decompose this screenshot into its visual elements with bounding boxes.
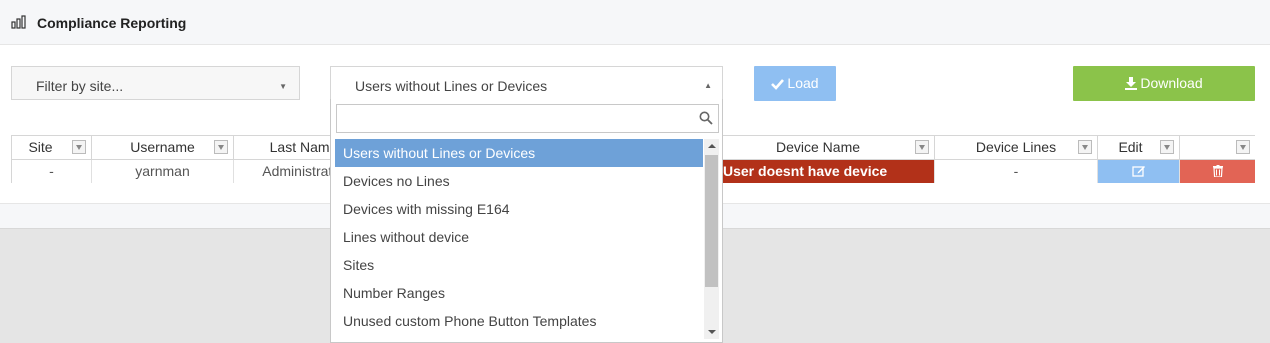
caret-up-icon: ▲ (704, 81, 712, 90)
column-label-device-name: Device Name (775, 139, 861, 155)
dropdown-option[interactable]: Sites (335, 251, 703, 279)
search-icon (699, 111, 713, 125)
download-button-label: Download (1140, 75, 1203, 91)
load-button[interactable]: Load (754, 66, 836, 101)
site-filter-select[interactable]: Filter by site... ▼ (11, 66, 300, 100)
dropdown-option[interactable]: Number Ranges (335, 279, 703, 307)
filter-menu-icon[interactable] (915, 140, 929, 154)
page-title: Compliance Reporting (37, 15, 187, 31)
trash-icon (1212, 165, 1223, 178)
edit-icon (1131, 166, 1145, 177)
cell-device-lines: - (935, 160, 1098, 183)
report-type-select[interactable]: Users without Lines or Devices ▲ (330, 66, 723, 100)
bar-chart-icon (11, 15, 26, 29)
column-label-last-name: Last Name (269, 139, 338, 155)
column-header-username: Username (92, 136, 234, 160)
filter-menu-icon[interactable] (1078, 140, 1092, 154)
dropdown-option[interactable]: Devices with missing E164 (335, 195, 703, 223)
check-icon (771, 79, 785, 90)
caret-down-icon: ▼ (279, 82, 287, 91)
dropdown-option-list: Users without Lines or Devices Devices n… (335, 139, 703, 335)
column-header-device-name: Device Name (702, 136, 935, 160)
column-label-site: Site (28, 139, 53, 155)
column-header-edit: Edit (1098, 136, 1180, 160)
filter-menu-icon[interactable] (1236, 140, 1250, 154)
column-header-site: Site (12, 136, 92, 160)
site-filter-placeholder: Filter by site... (36, 78, 124, 94)
scroll-up-arrow-icon[interactable] (704, 139, 719, 153)
dropdown-option[interactable]: Users without Lines or Devices (335, 139, 703, 167)
cell-device-name: User doesnt have device (702, 160, 935, 183)
download-icon (1125, 77, 1138, 90)
scroll-down-arrow-icon[interactable] (704, 325, 719, 339)
column-label-device-lines: Device Lines (975, 139, 1057, 155)
panel-header: Compliance Reporting (0, 0, 1270, 45)
load-button-label: Load (787, 75, 819, 91)
column-label-username: Username (130, 139, 195, 155)
dropdown-scrollbar[interactable] (704, 139, 719, 339)
report-type-value: Users without Lines or Devices (355, 78, 548, 94)
filter-menu-icon[interactable] (72, 140, 86, 154)
dropdown-option[interactable]: Lines without device (335, 223, 703, 251)
column-header-device-lines: Device Lines (935, 136, 1098, 160)
filter-menu-icon[interactable] (1160, 140, 1174, 154)
dropdown-search-input[interactable] (336, 104, 719, 133)
column-header-delete (1180, 136, 1255, 160)
cell-site: - (12, 160, 92, 183)
scrollbar-thumb[interactable] (705, 155, 718, 287)
cell-username: yarnman (92, 160, 234, 183)
report-type-dropdown: Users without Lines or Devices Devices n… (330, 99, 723, 343)
column-label-edit: Edit (1118, 139, 1143, 155)
edit-row-button[interactable] (1098, 160, 1180, 183)
delete-row-button[interactable] (1180, 160, 1255, 183)
download-button[interactable]: Download (1073, 66, 1255, 101)
dropdown-option[interactable]: Devices no Lines (335, 167, 703, 195)
dropdown-option[interactable]: Unused custom Phone Button Templates (335, 307, 703, 335)
filter-menu-icon[interactable] (214, 140, 228, 154)
